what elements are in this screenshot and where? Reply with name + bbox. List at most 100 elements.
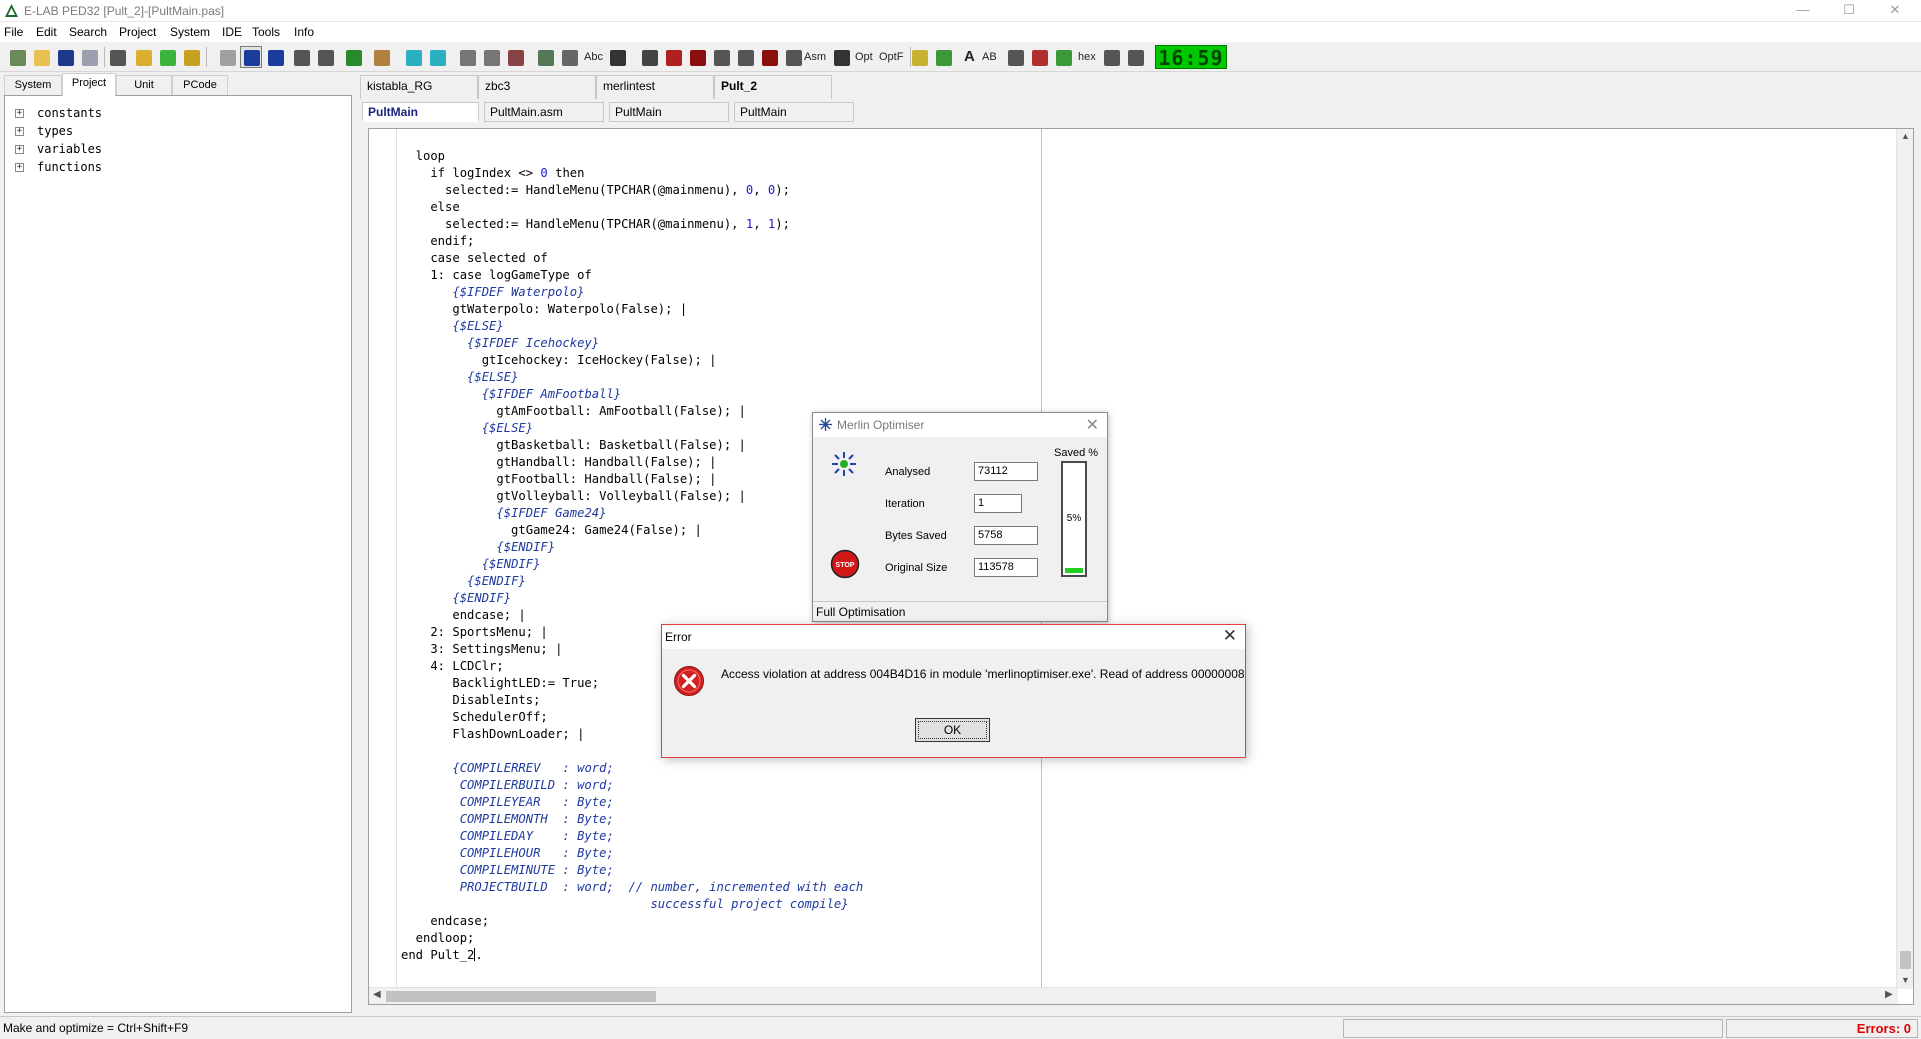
code-line: gtVolleyball: Volleyball(False); | bbox=[401, 489, 746, 503]
build-button[interactable] bbox=[686, 46, 708, 68]
code-line: {$ENDIF} bbox=[467, 574, 526, 588]
error-title-bar[interactable]: Error ✕ bbox=[662, 625, 1245, 649]
scroll-down-icon[interactable]: ▼ bbox=[1900, 975, 1911, 985]
expand-icon[interactable]: + bbox=[15, 127, 24, 136]
project-open-button[interactable] bbox=[132, 46, 154, 68]
tab-file-zbc3[interactable]: zbc3 bbox=[478, 75, 596, 99]
tab-file-merlintest[interactable]: merlintest bbox=[596, 75, 714, 99]
horizontal-scroll-thumb[interactable] bbox=[386, 991, 656, 1002]
stop-icon[interactable]: STOP bbox=[830, 549, 860, 579]
vertical-scroll-thumb[interactable] bbox=[1900, 951, 1911, 969]
menu-edit[interactable]: Edit bbox=[36, 25, 57, 39]
document-button[interactable] bbox=[480, 46, 502, 68]
new-project-button[interactable] bbox=[6, 46, 28, 68]
clock-display: 16:59 bbox=[1155, 45, 1227, 70]
filter-button[interactable] bbox=[734, 46, 756, 68]
tab-file-kistabla[interactable]: kistabla_RG bbox=[360, 75, 478, 99]
toolbar: Abc Asm Opt OptF A AB hex bbox=[0, 42, 1921, 72]
tab-pcode[interactable]: PCode bbox=[172, 75, 228, 95]
save-button[interactable] bbox=[54, 46, 76, 68]
wizard-button[interactable] bbox=[370, 46, 392, 68]
hex-button[interactable]: hex bbox=[1078, 51, 1096, 63]
tab-unit[interactable]: Unit bbox=[116, 75, 172, 95]
optimise-button[interactable]: Opt bbox=[855, 51, 873, 63]
print-button[interactable] bbox=[106, 46, 128, 68]
expand-icon[interactable]: + bbox=[15, 145, 24, 154]
save-all-button[interactable] bbox=[78, 46, 100, 68]
minimize-button[interactable]: — bbox=[1780, 0, 1826, 22]
font-size-button[interactable]: AB bbox=[982, 51, 997, 63]
undo-button[interactable] bbox=[342, 46, 364, 68]
code-line: selected:= HandleMenu(TPCHAR(@mainmenu),… bbox=[401, 183, 790, 197]
full-optimise-button[interactable]: OptF bbox=[879, 51, 903, 63]
scroll-left-icon[interactable]: ◀ bbox=[373, 989, 381, 1000]
horizontal-scrollbar[interactable]: ◀ ▶ bbox=[369, 987, 1898, 1004]
code-line: gtWaterpolo: Waterpolo(False); | bbox=[401, 302, 688, 316]
bytes-saved-field: 5758 bbox=[974, 526, 1038, 545]
code-editor[interactable]: loop if logIndex <> 0 then selected:= Ha… bbox=[368, 128, 1914, 1005]
project-up-button[interactable] bbox=[180, 46, 202, 68]
tab-pultmain-3[interactable]: PultMain bbox=[734, 102, 854, 122]
open-button[interactable] bbox=[30, 46, 52, 68]
tab-pultmain-2[interactable]: PultMain bbox=[609, 102, 729, 122]
tools-button[interactable] bbox=[504, 46, 526, 68]
grid-button[interactable] bbox=[558, 46, 580, 68]
split-view-button[interactable] bbox=[240, 46, 262, 68]
run-button[interactable] bbox=[782, 46, 804, 68]
asm-button[interactable]: Asm bbox=[804, 51, 826, 63]
tab-system[interactable]: System bbox=[4, 75, 62, 95]
program-button[interactable] bbox=[830, 46, 852, 68]
find-button[interactable] bbox=[290, 46, 312, 68]
error-title: Error bbox=[665, 630, 692, 644]
cut-button[interactable] bbox=[216, 46, 238, 68]
menu-file[interactable]: File bbox=[4, 25, 23, 39]
calculator-button[interactable] bbox=[534, 46, 556, 68]
menu-info[interactable]: Info bbox=[294, 25, 314, 39]
close-icon[interactable]: ✕ bbox=[1086, 415, 1099, 435]
vertical-scrollbar[interactable]: ▲ ▼ bbox=[1896, 129, 1913, 989]
debug-button[interactable] bbox=[758, 46, 780, 68]
make-button[interactable] bbox=[710, 46, 732, 68]
tab-pultmain-asm[interactable]: PultMain.asm bbox=[484, 102, 604, 122]
tab-project[interactable]: Project bbox=[62, 73, 116, 96]
document-icon bbox=[484, 50, 500, 66]
scroll-up-icon[interactable]: ▲ bbox=[1900, 131, 1911, 141]
close-icon[interactable]: ✕ bbox=[1223, 626, 1237, 646]
brush-button[interactable] bbox=[1004, 46, 1026, 68]
text-view-button[interactable] bbox=[264, 46, 286, 68]
chip-button[interactable] bbox=[638, 46, 660, 68]
ok-button[interactable]: OK bbox=[915, 718, 990, 742]
hammer-button[interactable] bbox=[662, 46, 684, 68]
scroll-right-icon[interactable]: ▶ bbox=[1885, 989, 1893, 1000]
help-button[interactable] bbox=[606, 46, 628, 68]
code-text[interactable]: loop if logIndex <> 0 then selected:= Ha… bbox=[401, 148, 863, 964]
expand-icon[interactable]: + bbox=[15, 109, 24, 118]
menu-system[interactable]: System bbox=[170, 25, 210, 39]
back-button[interactable] bbox=[402, 46, 424, 68]
speaker-button[interactable] bbox=[1100, 46, 1122, 68]
saved-percent-value: 5% bbox=[1066, 513, 1082, 524]
maximize-button[interactable]: ☐ bbox=[1826, 0, 1872, 22]
menu-ide[interactable]: IDE bbox=[222, 25, 242, 39]
tab-pultmain-source[interactable]: PultMain bbox=[362, 102, 479, 122]
chart-button[interactable] bbox=[1028, 46, 1050, 68]
marker-button[interactable] bbox=[1052, 46, 1074, 68]
preview-button[interactable] bbox=[456, 46, 478, 68]
font-button[interactable]: A bbox=[964, 48, 975, 65]
image-button[interactable] bbox=[932, 46, 954, 68]
code-line: loop bbox=[401, 149, 446, 163]
menu-tools[interactable]: Tools bbox=[252, 25, 280, 39]
tab-file-pult2[interactable]: Pult_2 bbox=[714, 75, 832, 99]
merlin-title-bar[interactable]: Merlin Optimiser ✕ bbox=[813, 413, 1107, 437]
replace-button[interactable] bbox=[314, 46, 336, 68]
expand-icon[interactable]: + bbox=[15, 163, 24, 172]
save-all-icon bbox=[82, 50, 98, 66]
forward-button[interactable] bbox=[426, 46, 448, 68]
spellcheck-button[interactable]: Abc bbox=[584, 51, 603, 63]
close-window-button[interactable]: ✕ bbox=[1872, 0, 1918, 22]
menu-project[interactable]: Project bbox=[119, 25, 156, 39]
project-add-button[interactable] bbox=[156, 46, 178, 68]
menu-search[interactable]: Search bbox=[69, 25, 107, 39]
pencil-button[interactable] bbox=[908, 46, 930, 68]
settings-button[interactable] bbox=[1124, 46, 1146, 68]
